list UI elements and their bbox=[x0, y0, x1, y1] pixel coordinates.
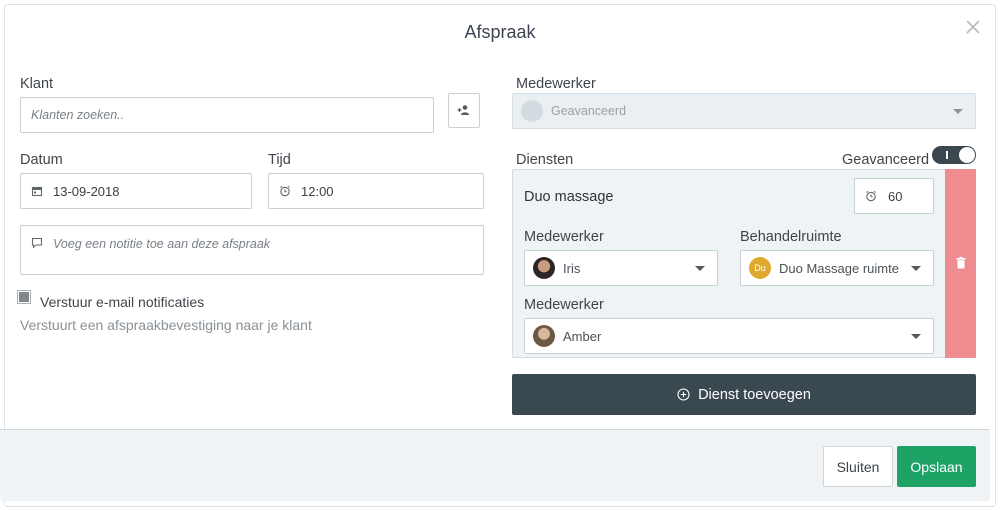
time-input[interactable]: 12:00 bbox=[268, 173, 484, 209]
services-label: Diensten bbox=[516, 152, 574, 168]
room-select[interactable]: Du Duo Massage ruimte bbox=[740, 250, 934, 286]
duration-value: 60 bbox=[888, 188, 903, 204]
advanced-toggle[interactable] bbox=[932, 146, 976, 164]
dialog-title: Afspraak bbox=[464, 22, 536, 42]
duration-input[interactable]: 60 bbox=[854, 178, 934, 214]
avatar-placeholder-icon bbox=[521, 100, 543, 122]
avatar bbox=[533, 257, 555, 279]
trash-icon bbox=[956, 256, 966, 272]
alarm-clock-icon bbox=[865, 190, 877, 202]
room-badge: Du bbox=[749, 257, 771, 279]
calendar-icon bbox=[31, 185, 43, 197]
service-employee-select-1[interactable]: Iris bbox=[524, 250, 718, 286]
employee-value: Geavanceerd bbox=[551, 104, 627, 118]
add-client-button[interactable] bbox=[448, 93, 480, 128]
add-service-button[interactable]: Dienst toevoegen bbox=[512, 374, 976, 415]
close-button[interactable]: Sluiten bbox=[823, 446, 893, 487]
delete-service-button[interactable] bbox=[945, 169, 976, 358]
note-textarea[interactable]: Voeg een notitie toe aan deze afspraak bbox=[20, 225, 484, 275]
service-employee-value-2: Amber bbox=[563, 328, 602, 344]
employee-select: Geavanceerd bbox=[512, 93, 976, 129]
alarm-clock-icon bbox=[279, 185, 291, 197]
client-label: Klant bbox=[20, 76, 54, 92]
date-label: Datum bbox=[20, 152, 63, 168]
close-icon[interactable] bbox=[964, 18, 982, 36]
advanced-label: Geavanceerd bbox=[842, 152, 930, 168]
chevron-down-icon bbox=[953, 109, 963, 114]
service-name: Duo massage bbox=[524, 189, 614, 205]
time-value: 12:00 bbox=[301, 183, 334, 199]
note-placeholder: Voeg een notitie toe aan deze afspraak bbox=[53, 237, 271, 251]
chevron-down-icon bbox=[695, 266, 705, 271]
service-employee-value-1: Iris bbox=[563, 260, 581, 276]
add-user-icon bbox=[457, 103, 471, 119]
date-value: 13-09-2018 bbox=[53, 183, 120, 199]
service-employee-select-2[interactable]: Amber bbox=[524, 318, 934, 354]
client-search-placeholder: Klanten zoeken.. bbox=[31, 108, 125, 122]
save-button[interactable]: Opslaan bbox=[897, 446, 976, 487]
plus-circle-icon bbox=[677, 388, 690, 401]
date-input[interactable]: 13-09-2018 bbox=[20, 173, 252, 209]
room-value: Duo Massage ruimte bbox=[779, 260, 899, 276]
comment-icon bbox=[31, 237, 43, 249]
employee-label: Medewerker bbox=[516, 76, 596, 92]
email-notify-label[interactable]: Verstuur e-mail notificaties bbox=[40, 294, 204, 310]
client-search-input[interactable]: Klanten zoeken.. bbox=[20, 97, 434, 133]
room-label: Behandelruimte bbox=[740, 229, 842, 245]
service-employee-label-2: Medewerker bbox=[524, 297, 604, 313]
service-employee-label-1: Medewerker bbox=[524, 229, 604, 245]
email-notify-checkbox[interactable] bbox=[17, 290, 31, 304]
email-notify-help: Verstuurt een afspraakbevestiging naar j… bbox=[20, 317, 312, 333]
avatar bbox=[533, 325, 555, 347]
chevron-down-icon bbox=[911, 334, 921, 339]
add-service-label: Dienst toevoegen bbox=[698, 386, 811, 403]
chevron-down-icon bbox=[911, 266, 921, 271]
time-label: Tijd bbox=[268, 152, 291, 168]
